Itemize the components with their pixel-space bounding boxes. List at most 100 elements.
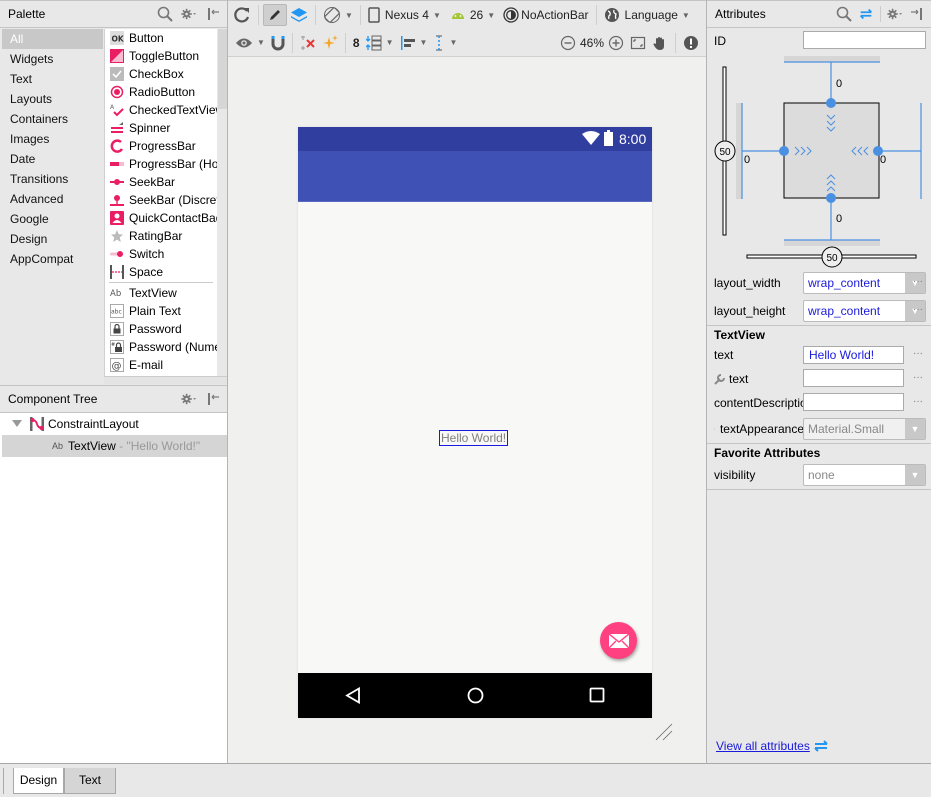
home-icon[interactable] — [467, 687, 484, 704]
palette-resize-grip[interactable] — [104, 376, 227, 384]
pan-button[interactable] — [649, 32, 671, 54]
palette-category-transitions[interactable]: Transitions — [2, 169, 103, 189]
toggle-view-icon[interactable] — [858, 6, 874, 22]
theme-selector[interactable]: NoActionBar — [500, 4, 591, 26]
default-margin-button[interactable]: 8 — [350, 32, 363, 54]
top-anchor[interactable] — [826, 98, 836, 108]
palette-widget-switch[interactable]: Switch — [105, 245, 217, 263]
device-preview[interactable]: 8:00 Hello World! — [298, 127, 652, 718]
hide-panel-icon[interactable] — [205, 391, 221, 407]
right-margin-value[interactable]: 0 — [880, 154, 886, 166]
palette-widget-ratingbar[interactable]: RatingBar — [105, 227, 217, 245]
left-margin-value[interactable]: 0 — [744, 154, 750, 166]
warnings-button[interactable] — [680, 32, 702, 54]
visibility-dropdown[interactable]: none ▼ — [803, 464, 926, 486]
palette-category-text[interactable]: Text — [2, 69, 103, 89]
device-selector[interactable]: Nexus 4 ▼ — [365, 4, 444, 26]
id-input[interactable] — [803, 31, 926, 49]
palette-widget-seekbar[interactable]: SeekBar — [105, 173, 217, 191]
back-icon[interactable] — [345, 687, 361, 704]
palette-widget-togglebutton[interactable]: ToggleButton — [105, 47, 217, 65]
api-level-selector[interactable]: 26 ▼ — [448, 4, 498, 26]
bottom-anchor[interactable] — [826, 193, 836, 203]
language-selector[interactable]: Language ▼ — [601, 4, 693, 26]
canvas-resize-handle[interactable] — [654, 722, 674, 742]
tree-item-textview[interactable]: Ab TextView - "Hello World!" — [2, 435, 227, 457]
recents-icon[interactable] — [589, 687, 605, 703]
palette-widget-checkbox[interactable]: CheckBox — [105, 65, 217, 83]
palette-category-layouts[interactable]: Layouts — [2, 89, 103, 109]
hide-panel-icon[interactable] — [205, 6, 221, 22]
bottom-margin-value[interactable]: 0 — [836, 213, 842, 225]
view-all-attributes-link[interactable]: View all attributes — [716, 739, 810, 753]
text-appearance-dropdown[interactable]: Material.Small ▼ — [803, 418, 926, 440]
palette-widget-radiobutton[interactable]: RadioButton — [105, 83, 217, 101]
refresh-button[interactable] — [230, 4, 254, 26]
content-description-input[interactable] — [803, 393, 904, 411]
palette-widget-password-numeric[interactable]: # Password (Numeric) — [105, 338, 217, 356]
content-description-more-button[interactable]: ··· — [913, 396, 923, 407]
palette-category-date[interactable]: Date — [2, 149, 103, 169]
left-anchor[interactable] — [779, 146, 789, 156]
palette-widget-progressbar-horizontal[interactable]: ProgressBar (Horizontal) — [105, 155, 217, 173]
palette-category-images[interactable]: Images — [2, 129, 103, 149]
layout-height-more-button[interactable]: ··· — [913, 304, 923, 315]
text-more-button[interactable]: ··· — [913, 348, 923, 359]
palette-category-appcompat[interactable]: AppCompat — [2, 249, 103, 269]
top-margin-value[interactable]: 0 — [836, 78, 842, 90]
tree-item-constraintlayout[interactable]: ConstraintLayout — [2, 413, 227, 435]
expand-triangle-icon[interactable] — [714, 424, 715, 434]
toggle-view-icon[interactable] — [812, 739, 830, 753]
gear-icon[interactable] — [181, 391, 197, 407]
palette-category-containers[interactable]: Containers — [2, 109, 103, 129]
palette-category-design[interactable]: Design — [2, 229, 103, 249]
tab-text[interactable]: Text — [64, 768, 116, 794]
tools-text-more-button[interactable]: ··· — [913, 372, 923, 383]
guidelines-button[interactable]: ▼ — [430, 32, 460, 54]
search-icon[interactable] — [157, 6, 173, 22]
palette-category-widgets[interactable]: Widgets — [2, 49, 103, 69]
palette-category-google[interactable]: Google — [2, 209, 103, 229]
hide-panel-icon[interactable] — [909, 6, 925, 22]
view-all-attributes[interactable]: View all attributes — [716, 739, 830, 753]
palette-widget-quickcontactbadge[interactable]: QuickContactBadge — [105, 209, 217, 227]
expand-triangle-icon[interactable] — [12, 420, 24, 428]
floating-action-button[interactable] — [600, 622, 637, 659]
tools-text-input[interactable] — [803, 369, 904, 387]
zoom-to-fit-button[interactable] — [627, 32, 649, 54]
palette-widget-progressbar[interactable]: ProgressBar — [105, 137, 217, 155]
palette-widget-spinner[interactable]: Spinner — [105, 119, 217, 137]
autoconnect-toggle[interactable] — [268, 32, 288, 54]
gear-icon[interactable] — [181, 6, 197, 22]
search-icon[interactable] — [836, 6, 852, 22]
clear-constraints-button[interactable] — [297, 32, 319, 54]
align-button[interactable]: ▼ — [397, 32, 431, 54]
text-input[interactable]: Hello World! — [803, 346, 904, 364]
gear-icon[interactable] — [887, 6, 903, 22]
zoom-in-button[interactable] — [605, 32, 627, 54]
layout-width-dropdown[interactable]: wrap_content ▼ — [803, 272, 926, 294]
palette-widget-email[interactable]: @ E-mail — [105, 356, 217, 374]
palette-widget-space[interactable]: Space — [105, 263, 217, 281]
pack-button[interactable]: ▼ — [363, 32, 397, 54]
layout-height-dropdown[interactable]: wrap_content ▼ — [803, 300, 926, 322]
blueprint-mode-button[interactable] — [287, 4, 311, 26]
palette-widget-textview[interactable]: Ab TextView — [105, 284, 217, 302]
palette-widget-plaintext[interactable]: abc Plain Text — [105, 302, 217, 320]
palette-category-advanced[interactable]: Advanced — [2, 189, 103, 209]
design-mode-button[interactable] — [263, 4, 287, 26]
palette-widget-checkedtextview[interactable]: A CheckedTextView — [105, 101, 217, 119]
palette-widget-seekbar-discrete[interactable]: SeekBar (Discrete) — [105, 191, 217, 209]
layout-width-more-button[interactable]: ··· — [913, 276, 923, 287]
palette-widget-password[interactable]: Password — [105, 320, 217, 338]
zoom-out-button[interactable] — [557, 32, 579, 54]
palette-scrollbar[interactable] — [218, 29, 227, 109]
infer-constraints-button[interactable] — [319, 32, 341, 54]
hello-world-textview[interactable]: Hello World! — [439, 430, 509, 446]
design-canvas[interactable]: 8:00 Hello World! — [228, 57, 706, 763]
palette-widget-button[interactable]: OK Button — [105, 29, 217, 47]
orientation-button[interactable]: ▼ — [320, 4, 356, 26]
tab-design[interactable]: Design — [13, 768, 64, 794]
palette-category-all[interactable]: All — [2, 29, 103, 49]
view-options-button[interactable]: ▼ — [232, 32, 268, 54]
